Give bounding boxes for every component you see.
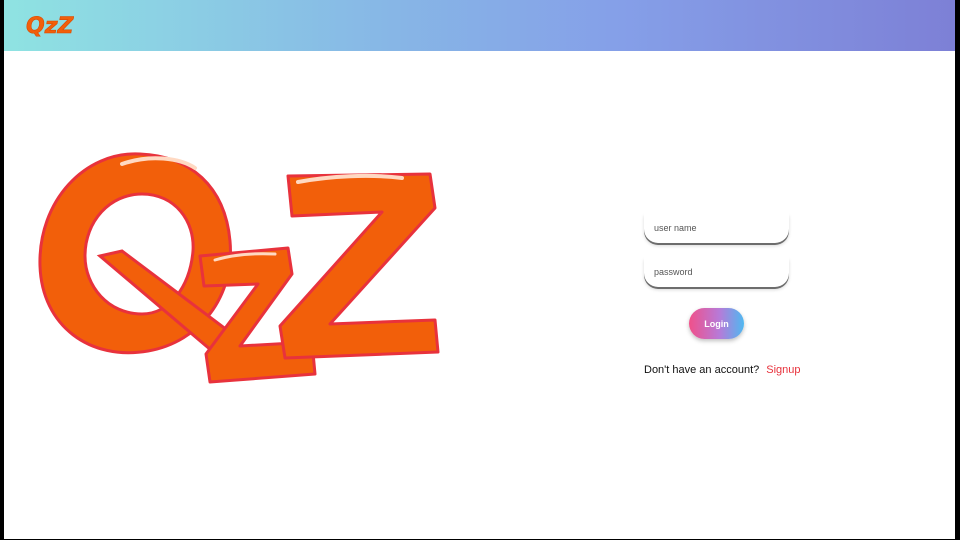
qzz-hero-logo [38, 152, 440, 384]
password-input[interactable] [644, 257, 789, 287]
signup-link[interactable]: Signup [766, 364, 800, 376]
login-button[interactable]: Login [689, 308, 744, 339]
username-input[interactable] [644, 213, 789, 243]
signup-prompt: Don't have an account? Signup [644, 364, 801, 376]
top-header: QzZ [4, 0, 955, 51]
no-account-text: Don't have an account? [644, 364, 760, 376]
hero-letter-z-large [278, 172, 440, 360]
qzz-logo-small[interactable]: QzZ [26, 9, 74, 39]
login-page: QzZ Login Don't have an account? Signup [4, 0, 955, 539]
svg-text:QzZ: QzZ [26, 14, 74, 39]
